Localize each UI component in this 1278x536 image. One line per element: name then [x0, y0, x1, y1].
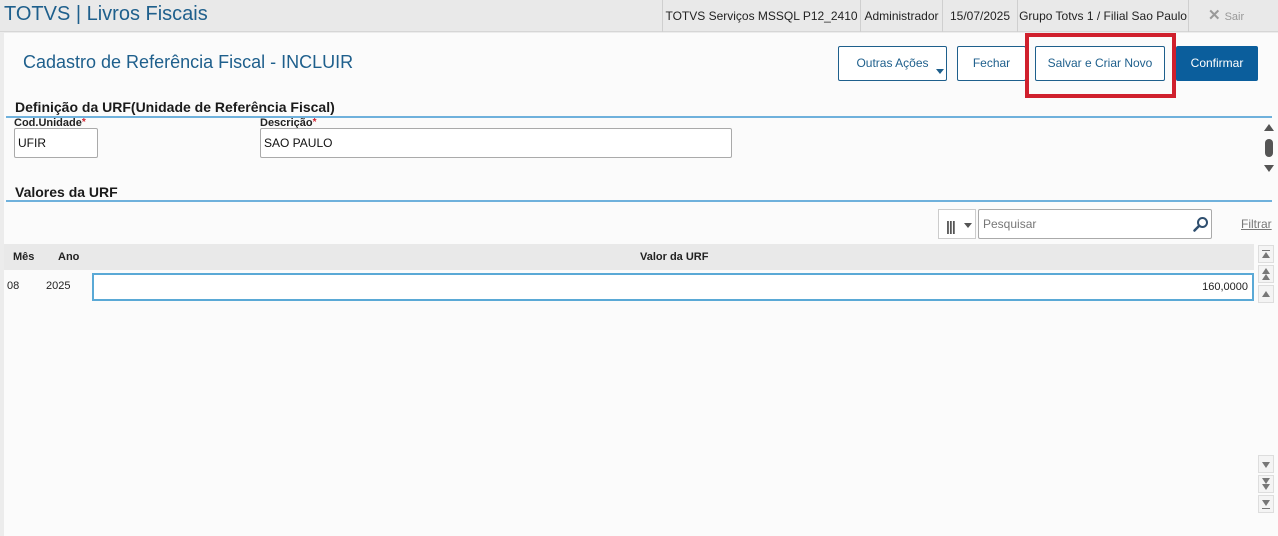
column-header-valor[interactable]: Valor da URF	[640, 251, 708, 263]
descricao-input[interactable]	[260, 128, 732, 158]
scroll-page-up-button[interactable]	[1258, 265, 1274, 283]
section-title-definicao: Definição da URF(Unidade de Referência F…	[15, 99, 335, 115]
filter-link[interactable]: Filtrar	[1241, 217, 1272, 231]
close-icon: ✕	[1208, 7, 1221, 24]
scroll-first-button[interactable]	[1258, 245, 1274, 263]
grid-scroll-bottom	[1258, 455, 1274, 515]
branch-label[interactable]: Grupo Totvs 1 / Filial Sao Paulo	[1017, 0, 1189, 32]
search-input[interactable]	[978, 209, 1212, 239]
caret-down-icon	[936, 69, 944, 74]
app-title: TOTVS | Livros Fiscais	[4, 3, 208, 25]
exit-label: Sair	[1224, 11, 1245, 23]
table-row[interactable]: 08 2025 160,0000	[4, 273, 1254, 301]
grid-scroll-top	[1258, 245, 1274, 305]
outras-acoes-label: Outras Ações	[856, 56, 929, 70]
scroll-up-icon[interactable]	[1264, 124, 1274, 131]
environment-label[interactable]: TOTVS Serviços MSSQL P12_2410	[662, 0, 860, 32]
required-marker: *	[81, 117, 86, 128]
cell-mes[interactable]: 08	[7, 280, 19, 292]
top-bar: TOTVS | Livros Fiscais TOTVS Serviços MS…	[0, 0, 1278, 32]
scroll-up-button[interactable]	[1258, 285, 1274, 303]
section-divider	[6, 200, 1272, 202]
section-title-valores: Valores da URF	[15, 184, 118, 200]
scroll-down-button[interactable]	[1258, 455, 1274, 473]
confirmar-button[interactable]: Confirmar	[1176, 46, 1258, 81]
column-header-mes[interactable]: Mês	[13, 251, 34, 263]
fechar-button[interactable]: Fechar	[957, 46, 1026, 81]
form-scrollbar[interactable]	[1262, 124, 1276, 172]
columns-icon: |||	[946, 218, 956, 234]
page-title: Cadastro de Referência Fiscal - INCLUIR	[23, 52, 354, 72]
cell-valor[interactable]: 160,0000	[92, 273, 1254, 301]
main-panel: Cadastro de Referência Fiscal - INCLUIR …	[4, 33, 1278, 536]
grid-header: Mês Ano Valor da URF	[4, 244, 1254, 270]
scroll-thumb[interactable]	[1265, 139, 1273, 157]
user-label[interactable]: Administrador	[860, 0, 942, 32]
scroll-down-icon[interactable]	[1264, 165, 1274, 172]
date-label[interactable]: 15/07/2025	[942, 0, 1017, 32]
scroll-page-down-button[interactable]	[1258, 475, 1274, 493]
section-divider	[6, 116, 1272, 118]
required-marker: *	[312, 117, 317, 128]
exit-button[interactable]: ✕ Sair	[1208, 0, 1268, 32]
highlight-box	[1025, 33, 1176, 98]
column-header-ano[interactable]: Ano	[58, 251, 79, 263]
cod-unidade-input[interactable]	[14, 128, 98, 158]
cell-ano[interactable]: 2025	[46, 280, 70, 292]
outras-acoes-button[interactable]: Outras Ações	[838, 46, 947, 81]
caret-down-icon	[964, 223, 972, 228]
magnifier-icon[interactable]	[1193, 216, 1209, 232]
scroll-last-button[interactable]	[1258, 495, 1274, 513]
columns-button[interactable]: |||	[938, 209, 976, 239]
